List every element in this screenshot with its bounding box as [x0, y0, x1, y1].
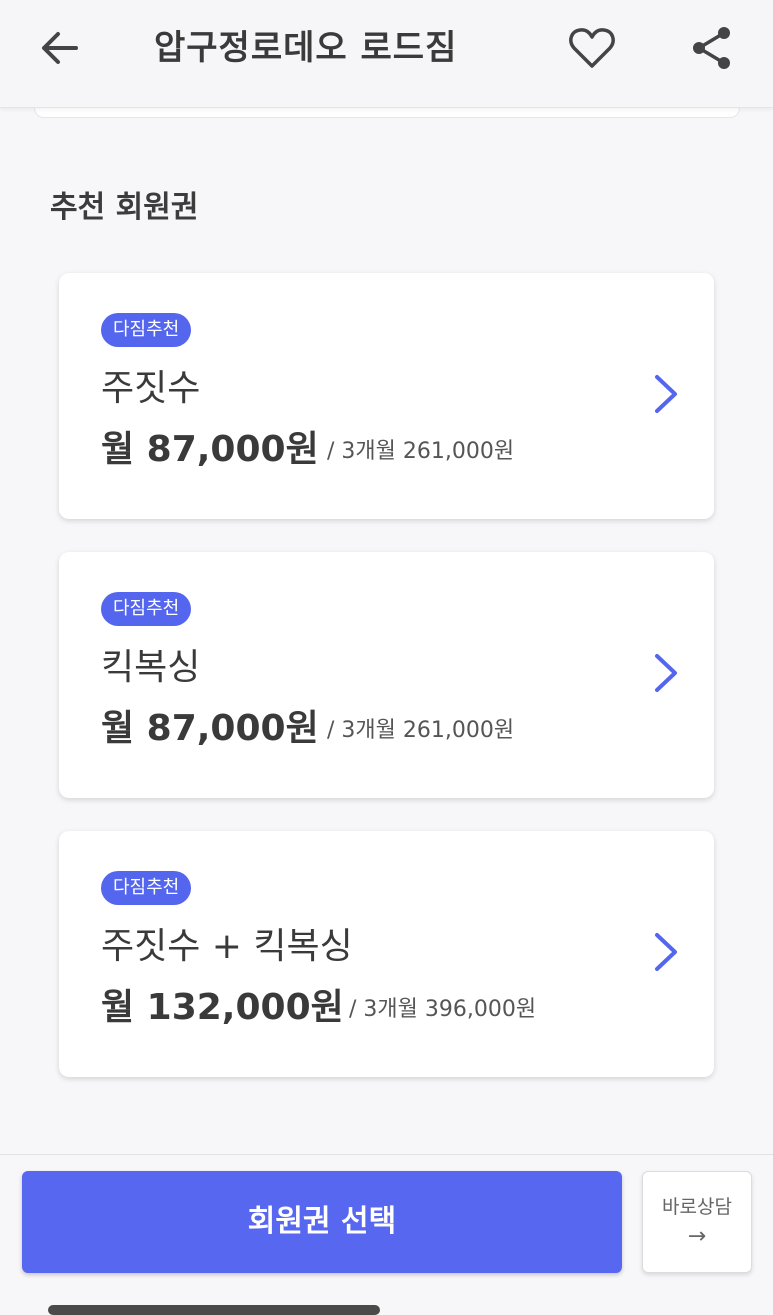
bottom-action-bar: 회원권 선택 바로상담 → — [0, 1154, 773, 1315]
plan-price: 월 87,000원 — [101, 708, 319, 749]
chevron-right-icon — [655, 375, 677, 413]
arrow-right-icon: → — [687, 1224, 707, 1249]
top-app-bar: 압구정로데오 로드짐 — [0, 0, 773, 108]
heart-icon — [569, 28, 615, 68]
plan-card[interactable]: 다짐추천 킥복싱 월 87,000원 / 3개월 261,000원 — [59, 552, 714, 798]
back-button[interactable] — [36, 24, 84, 72]
plan-name: 킥복싱 — [101, 647, 201, 688]
share-button[interactable] — [688, 24, 736, 72]
plan-subprice: / 3개월 261,000원 — [327, 718, 515, 743]
consult-label: 바로상담 — [662, 1196, 732, 1218]
chevron-right-icon — [655, 654, 677, 692]
plan-name: 주짓수 — [101, 368, 201, 409]
home-indicator — [48, 1305, 380, 1315]
consult-button[interactable]: 바로상담 → — [642, 1171, 752, 1273]
plan-card[interactable]: 다짐추천 주짓수 + 킥복싱 월 132,000원 / 3개월 396,000원 — [59, 831, 714, 1077]
plan-price: 월 132,000원 — [101, 987, 344, 1028]
recommend-badge: 다짐추천 — [101, 313, 192, 347]
plan-name: 주짓수 + 킥복싱 — [101, 926, 353, 967]
section-title: 추천 회원권 — [50, 190, 199, 225]
plan-card[interactable]: 다짐추천 주짓수 월 87,000원 / 3개월 261,000원 — [59, 273, 714, 519]
share-icon — [693, 27, 730, 69]
plan-subprice: / 3개월 396,000원 — [349, 997, 537, 1022]
page-title: 압구정로데오 로드짐 — [154, 28, 458, 68]
select-membership-button[interactable]: 회원권 선택 — [22, 1171, 622, 1273]
plan-subprice: / 3개월 261,000원 — [327, 439, 515, 464]
plan-price: 월 87,000원 — [101, 429, 319, 470]
arrow-left-icon — [42, 32, 78, 64]
recommend-badge: 다짐추천 — [101, 871, 192, 905]
favorite-button[interactable] — [566, 24, 618, 72]
recommend-badge: 다짐추천 — [101, 592, 192, 626]
chevron-right-icon — [655, 933, 677, 971]
